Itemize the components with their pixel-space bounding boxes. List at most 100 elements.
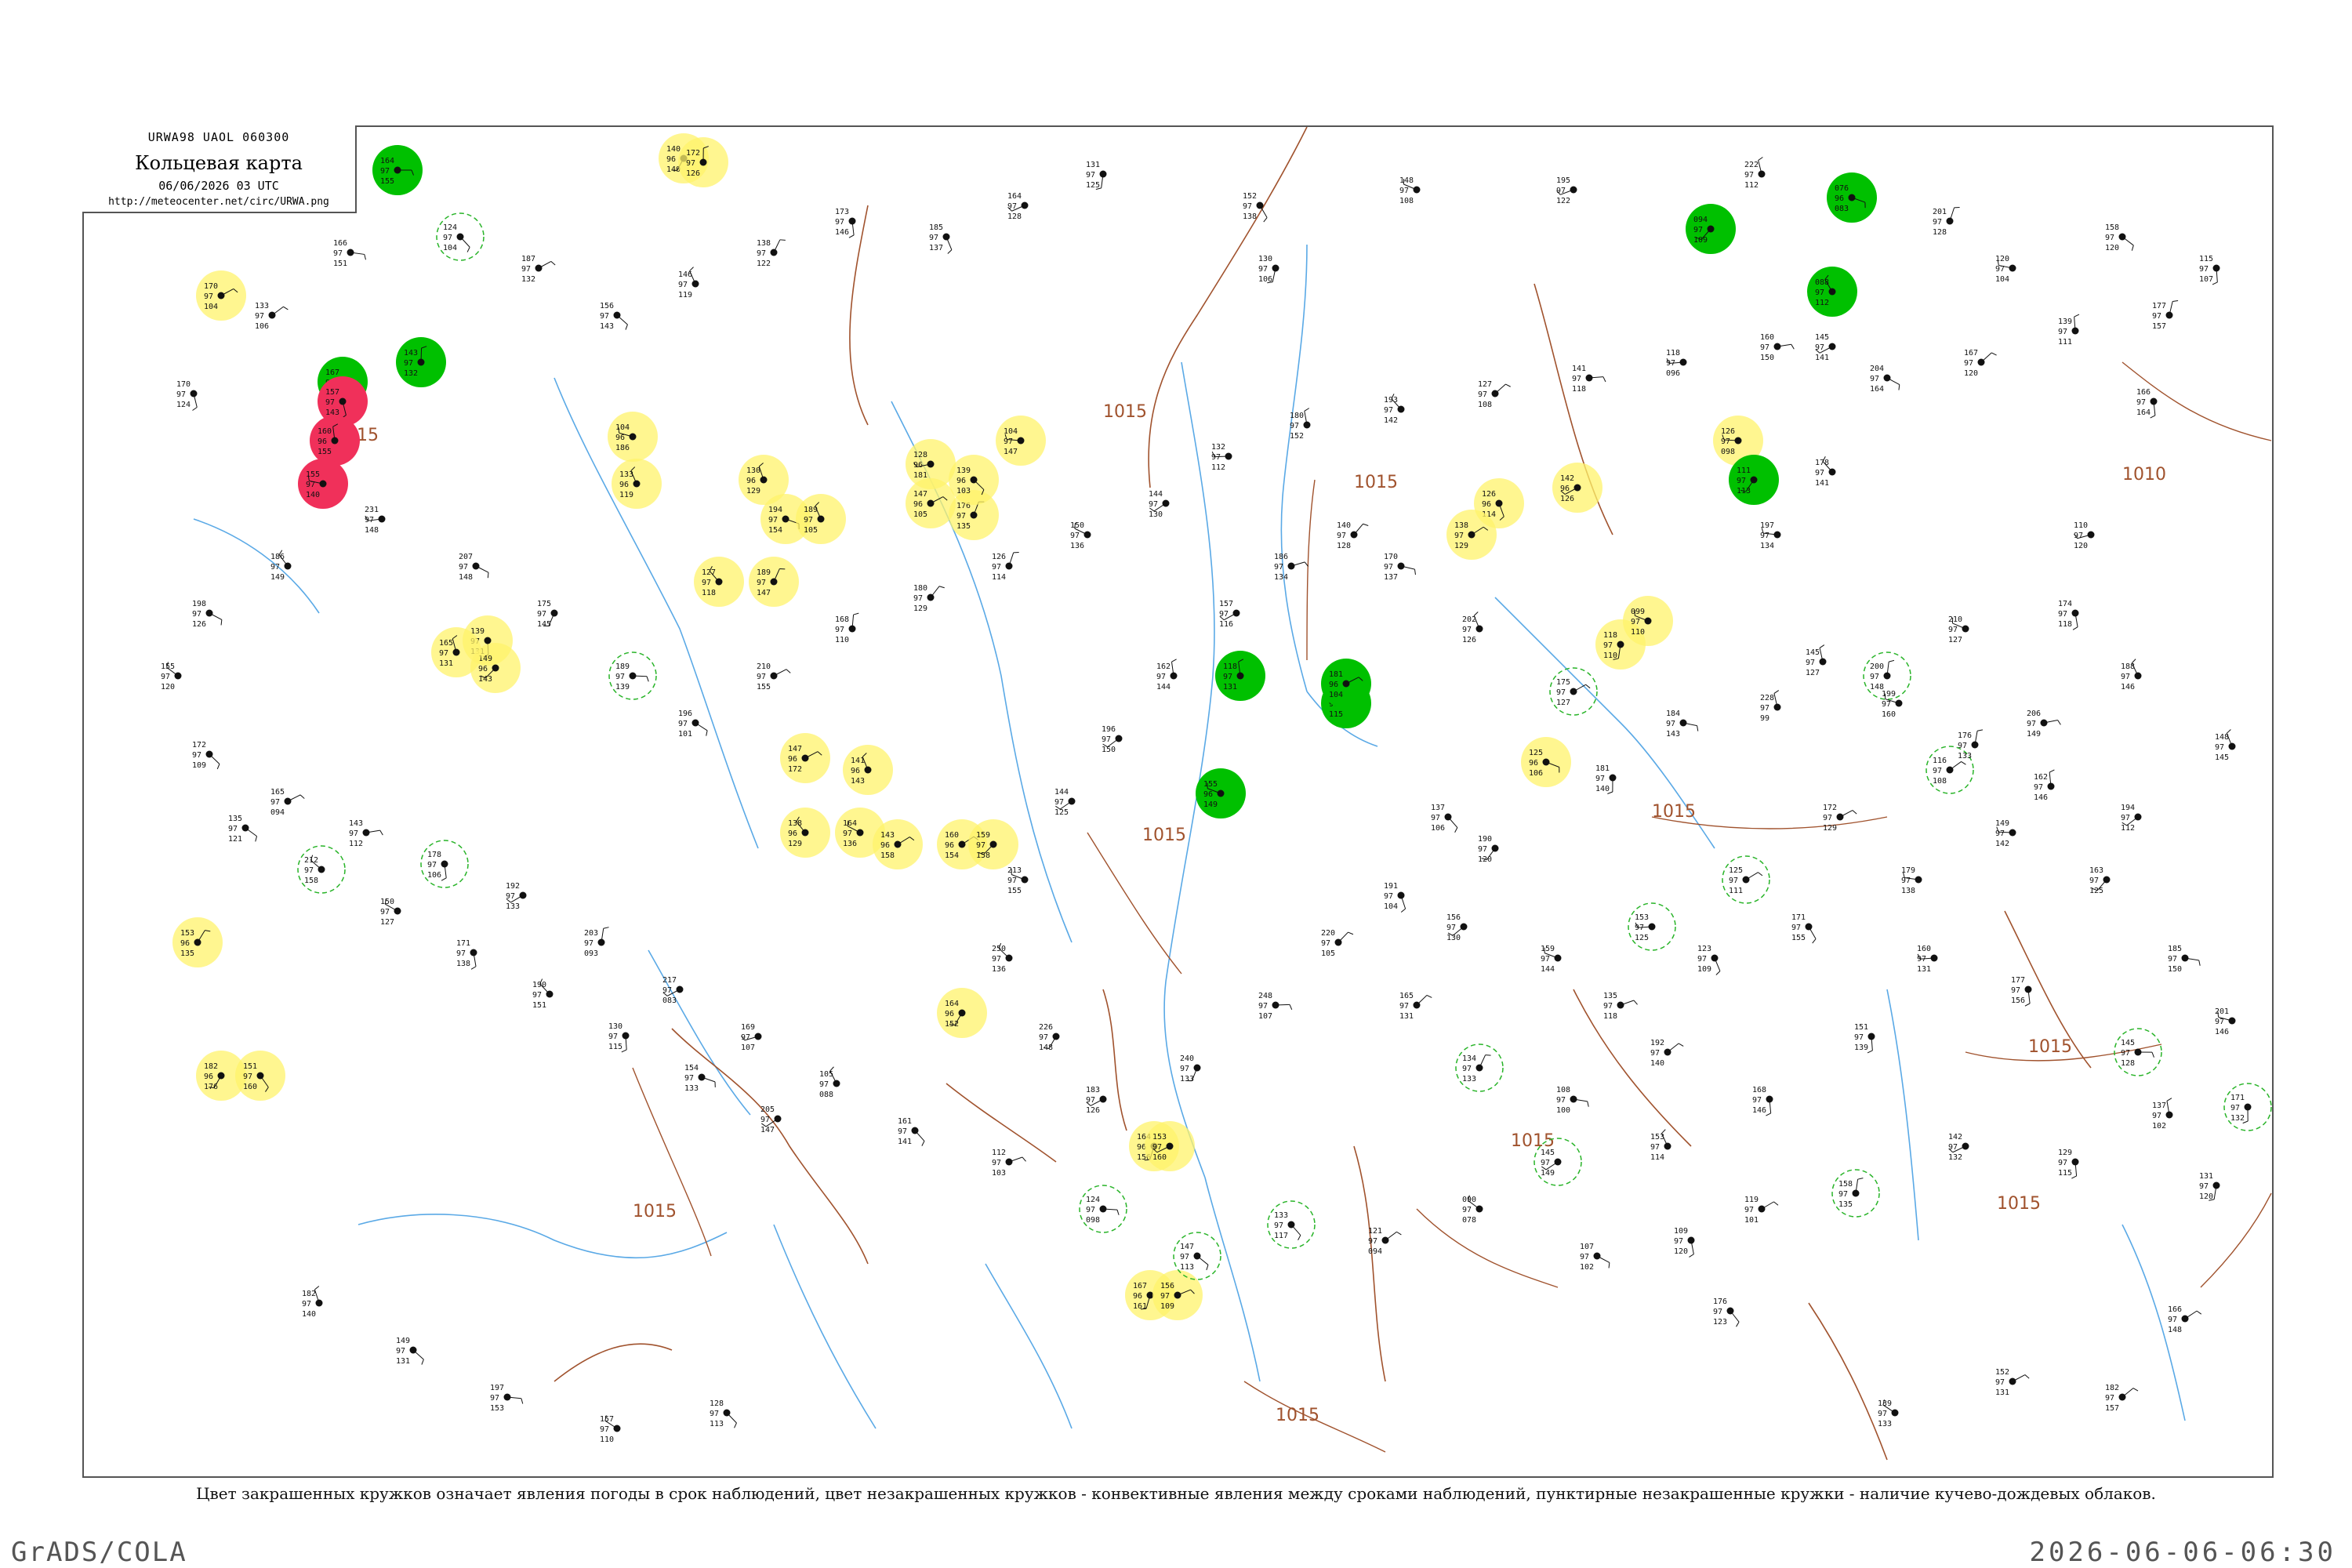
station-humidity: 97 <box>2058 610 2067 619</box>
wind-barb-feather <box>1961 761 1966 765</box>
wind-barb <box>1573 684 1586 692</box>
station-temperature: 226 <box>1039 1023 1053 1032</box>
station-temperature: 210 <box>757 662 771 671</box>
station-dewpoint: 155 <box>318 448 332 456</box>
station-humidity: 97 <box>898 1127 907 1136</box>
station-7: 17297126 <box>678 137 728 187</box>
station-humidity: 97 <box>1958 742 1967 750</box>
station-humidity: 97 <box>1039 1033 1048 1042</box>
station-temperature: 138 <box>788 819 802 828</box>
station-199: 21297 158 <box>297 845 346 894</box>
station-temperature: 194 <box>2121 804 2135 812</box>
isobars-layer: 1015101510151015101510151015101510151010… <box>335 361 2272 1453</box>
station-temperature: 192 <box>1650 1039 1664 1047</box>
station-humidity: 97 <box>1964 359 1973 368</box>
station-temperature: 094 <box>1693 216 1708 224</box>
station-temperature: 190 <box>1478 835 1492 844</box>
station-temperature: 170 <box>1384 553 1398 561</box>
station-dewpoint: 106 <box>255 322 269 331</box>
station-humidity: 96 <box>851 767 860 775</box>
station-104: 14497125 <box>1054 788 1076 817</box>
wind-barb-feather <box>283 306 289 310</box>
station-38: 156 97109 <box>1152 1270 1203 1320</box>
station-humidity: 97 <box>2058 328 2067 336</box>
station-temperature: 222 <box>1744 161 1759 169</box>
station-humidity: 97 <box>2105 234 2114 242</box>
station-dewpoint: 152 <box>945 1020 959 1029</box>
border-line <box>1102 989 1127 1131</box>
station-humidity: 97 <box>1541 955 1550 964</box>
station-9: 104 96 186 <box>608 412 658 462</box>
station-humidity: 97 <box>1399 1002 1409 1011</box>
station-dewpoint: 128 <box>1007 212 1022 221</box>
station-dewpoint: 127 <box>1806 669 1820 677</box>
station-dewpoint: 151 <box>333 260 347 268</box>
wind-barb <box>1730 1310 1740 1323</box>
station-171: 115 97107 <box>2199 255 2220 285</box>
station-113: 137 97 106 <box>1431 804 1458 833</box>
station-48: 138 97 129 <box>1446 510 1497 560</box>
station-125: 14297132 <box>1948 1133 1969 1162</box>
station-dewpoint: 105 <box>804 526 818 535</box>
station-temperature: 127 <box>702 568 716 577</box>
wind-barb-feather <box>1304 408 1310 412</box>
station-humidity: 97 <box>1713 1308 1722 1316</box>
station-dewpoint: 127 <box>1948 636 1962 644</box>
station-dewpoint: 121 <box>228 835 242 844</box>
station-humidity: 97 <box>1556 1096 1566 1105</box>
isobar-label: 1015 <box>1142 826 1186 845</box>
wind-barb <box>209 753 220 764</box>
station-98: 170 97137 <box>1384 553 1416 582</box>
station-humidity: 97 <box>365 516 374 524</box>
station-temperature: 207 <box>459 553 473 561</box>
station-dewpoint: 132 <box>1948 1153 1962 1162</box>
station-dewpoint: 99 <box>1760 714 1769 723</box>
station-humidity: 97 <box>804 516 813 524</box>
station-114: 159 97144 <box>1541 945 1562 974</box>
station-temperature: 137 <box>1431 804 1445 812</box>
station-humidity: 97 <box>2121 673 2130 681</box>
station-temperature: 124 <box>443 223 457 232</box>
wind-barb-feather <box>1819 644 1825 648</box>
station-101: 157 97116 <box>1219 600 1240 629</box>
station-humidity: 97 <box>1462 1206 1472 1214</box>
station-dewpoint: 108 <box>1478 401 1492 409</box>
station-temperature: 151 <box>1854 1023 1868 1032</box>
station-dewpoint: 158 <box>880 851 895 860</box>
station-temperature: 201 <box>2215 1007 2229 1016</box>
station-temperature: 199 <box>1882 690 1896 699</box>
station-temperature: 175 <box>537 600 551 608</box>
station-dewpoint: 133 <box>1958 752 1972 760</box>
station-dewpoint: 118 <box>1572 385 1586 394</box>
station-temperature: 152 <box>1243 192 1257 201</box>
station-temperature: 180 <box>1290 412 1304 420</box>
station-temperature: 130 <box>1258 255 1272 263</box>
wind-barb <box>271 306 284 316</box>
station-15: 16597131 <box>431 627 481 677</box>
station-temperature: 188 <box>2121 662 2135 671</box>
station-11: 127 97 118 <box>694 557 744 607</box>
station-197: 16297146 <box>2034 769 2055 802</box>
station-temperature: 118 <box>1603 631 1617 640</box>
station-dewpoint: 145 <box>537 620 551 629</box>
wind-barb <box>1196 1255 1209 1265</box>
station-humidity: 97 <box>1007 877 1017 885</box>
station-temperature: 160 <box>318 427 332 436</box>
station-humidity: 97 <box>1603 641 1613 650</box>
station-61: 197 97 134 <box>1760 521 1781 550</box>
legend-note: Цвет закрашенных кружков означает явлени… <box>196 1484 2156 1503</box>
station-dewpoint: 105 <box>1321 949 1335 958</box>
station-humidity: 97 <box>678 281 688 289</box>
station-57: 120 97104 <box>1995 255 2016 284</box>
station-23: 10497 147 <box>996 416 1046 466</box>
station-157: 126 97114 <box>992 552 1019 582</box>
station-humidity: 96 <box>788 755 797 764</box>
station-dewpoint: 140 <box>306 491 320 499</box>
station-temperature: 126 <box>1482 490 1496 499</box>
station-dewpoint: 143 <box>851 777 865 786</box>
station-dewpoint: 111 <box>1729 887 1743 895</box>
station-dewpoint: 103 <box>956 487 971 495</box>
station-178: 16497128 <box>1007 192 1029 221</box>
station-204: 15497133 <box>684 1064 716 1093</box>
wind-barb-feather <box>2172 300 2179 302</box>
